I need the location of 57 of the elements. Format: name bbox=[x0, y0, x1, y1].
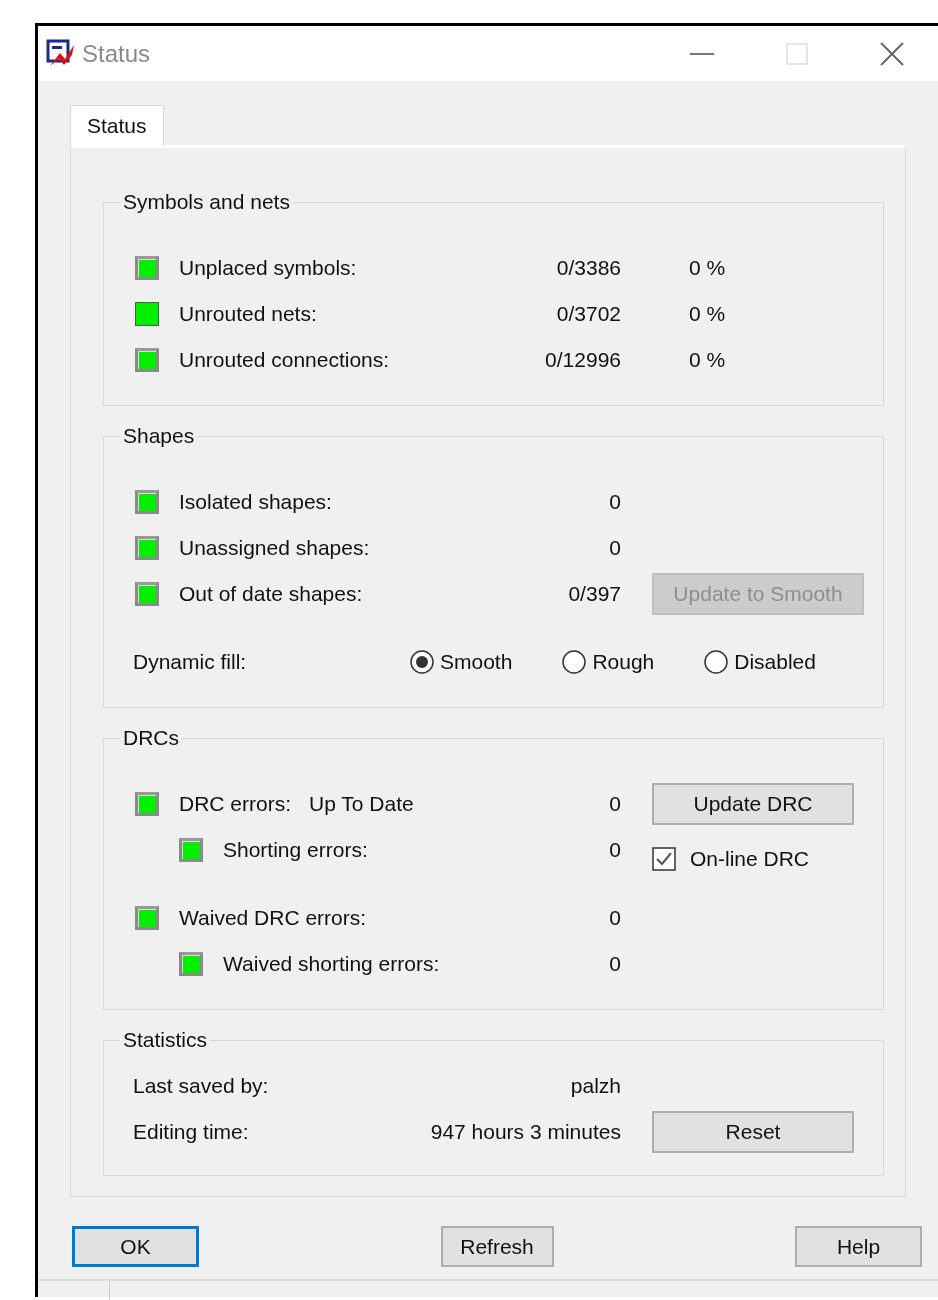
row-label: Unrouted nets: bbox=[179, 302, 318, 326]
radio-option[interactable]: Smooth bbox=[410, 650, 513, 674]
status-indicator bbox=[135, 302, 159, 326]
close-icon[interactable] bbox=[880, 41, 904, 66]
row-value: 947 hours 3 minutes bbox=[429, 1120, 621, 1144]
row-label: Unrouted connections: bbox=[179, 348, 391, 372]
row-label: DRC errors: Up To Date bbox=[179, 792, 415, 816]
status-indicator bbox=[135, 536, 159, 560]
dialog-button[interactable]: OK bbox=[72, 1226, 199, 1267]
dynamic-fill-label: Dynamic fill: bbox=[133, 650, 248, 674]
row-label: Shorting errors: bbox=[223, 838, 369, 862]
row-value: 0/397 bbox=[567, 582, 621, 606]
row-value: 0 bbox=[608, 906, 621, 930]
row-value: 0/12996 bbox=[544, 348, 621, 372]
row-label: Out of date shapes: bbox=[179, 582, 364, 606]
row-value: 0/3386 bbox=[555, 256, 621, 280]
status-indicator bbox=[135, 490, 159, 514]
row-value: 0 bbox=[608, 490, 621, 514]
status-indicator bbox=[135, 906, 159, 930]
row-value: 0/3702 bbox=[555, 302, 621, 326]
reset-button[interactable]: Reset bbox=[652, 1111, 854, 1153]
dialog-button[interactable]: Refresh bbox=[440, 1226, 554, 1267]
status-indicator bbox=[179, 838, 203, 862]
radio-icon[interactable] bbox=[704, 650, 729, 674]
row-value: 0 bbox=[608, 838, 621, 862]
row-label: Isolated shapes: bbox=[179, 490, 333, 514]
checkbox-icon[interactable] bbox=[652, 847, 676, 871]
row-value: 0 bbox=[608, 952, 621, 976]
row-percent: 0 % bbox=[689, 256, 727, 280]
row-value: 0 bbox=[608, 792, 621, 816]
update-drc-button[interactable]: Update DRC bbox=[652, 783, 854, 825]
status-indicator bbox=[135, 256, 159, 280]
dialog-button[interactable]: Help bbox=[795, 1226, 922, 1267]
status-indicator bbox=[135, 582, 159, 606]
row-label: Waived DRC errors: bbox=[179, 906, 368, 930]
online-drc-checkbox[interactable]: On-line DRC bbox=[652, 847, 810, 871]
radio-option[interactable]: Disabled bbox=[704, 650, 816, 674]
radio-icon[interactable] bbox=[562, 650, 587, 674]
drc-status: Up To Date bbox=[309, 792, 414, 815]
radio-option[interactable]: Rough bbox=[562, 650, 655, 674]
app-icon bbox=[46, 38, 76, 69]
row-label: Unassigned shapes: bbox=[179, 536, 371, 560]
row-percent: 0 % bbox=[689, 302, 727, 326]
status-indicator bbox=[135, 348, 159, 372]
row-label: Editing time: bbox=[133, 1120, 250, 1144]
row-value: 0 bbox=[608, 536, 621, 560]
row-label: Waived shorting errors: bbox=[223, 952, 441, 976]
minimize-icon[interactable] bbox=[690, 52, 714, 55]
row-label: Last saved by: bbox=[133, 1074, 270, 1098]
tab[interactable]: Status bbox=[70, 105, 164, 146]
row-value: palzh bbox=[569, 1074, 621, 1098]
row-label: Unplaced symbols: bbox=[179, 256, 358, 280]
radio-icon[interactable] bbox=[410, 650, 434, 674]
status-indicator bbox=[135, 792, 159, 816]
row-percent: 0 % bbox=[689, 348, 727, 372]
window-title: Status bbox=[82, 39, 151, 68]
status-indicator bbox=[179, 952, 203, 976]
